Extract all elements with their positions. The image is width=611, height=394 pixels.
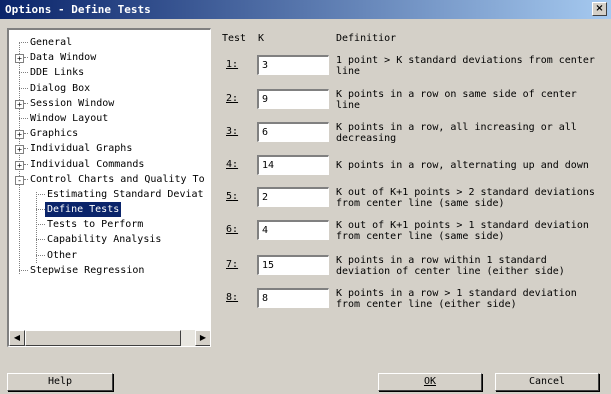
tree-item-estimating-std-dev[interactable]: Estimating Standard Deviat xyxy=(9,187,210,202)
tree-item-label: Tests to Perform xyxy=(47,219,144,231)
tree-item-label: Data Window xyxy=(30,52,97,64)
tree-item-capability-analysis[interactable]: Capability Analysis xyxy=(9,232,210,247)
tree-connector xyxy=(19,87,28,89)
k-input-7[interactable]: 15 xyxy=(257,255,329,275)
tree-connector xyxy=(36,193,45,195)
tree-item-label: Define Tests xyxy=(45,202,122,218)
tree-item-other[interactable]: Other xyxy=(9,248,210,263)
tree-item-tests-to-perform[interactable]: Tests to Perform xyxy=(9,217,210,232)
k-input-5[interactable]: 2 xyxy=(257,187,329,207)
tree-item-label: Estimating Standard Deviat xyxy=(47,188,204,200)
tree-item-label: Control Charts and Quality To xyxy=(30,173,205,185)
expand-icon[interactable]: + xyxy=(15,160,24,170)
ok-label: OK xyxy=(423,376,437,387)
options-tree[interactable]: General + Data Window DDE Links Dialog B… xyxy=(7,28,211,347)
title-bar: Options - Define Tests × xyxy=(0,0,611,19)
tree-item-define-tests[interactable]: Define Tests xyxy=(9,202,210,218)
tree-item-session-window[interactable]: + Session Window xyxy=(9,96,210,111)
ok-button[interactable]: OK xyxy=(378,373,482,391)
test-number: 4: xyxy=(226,159,239,170)
expand-icon[interactable]: + xyxy=(15,130,24,140)
tree-item-dialog-box[interactable]: Dialog Box xyxy=(9,81,210,96)
test-definition: 1 point > K standard deviations from cen… xyxy=(336,55,595,77)
scroll-left-button[interactable]: ◀ xyxy=(9,330,25,346)
tree-connector xyxy=(36,224,45,226)
k-input-6[interactable]: 4 xyxy=(257,220,329,240)
tree-connector xyxy=(19,269,28,271)
k-input-4[interactable]: 14 xyxy=(257,155,329,175)
window-title: Options - Define Tests xyxy=(5,3,151,16)
test-definition: K points in a row, all increasing or all… xyxy=(336,122,577,144)
collapse-icon[interactable]: - xyxy=(15,175,24,185)
expand-icon[interactable]: + xyxy=(15,99,24,109)
tree-item-label: Capability Analysis xyxy=(47,234,162,246)
help-button[interactable]: Help xyxy=(7,373,113,391)
test-number: 2: xyxy=(226,93,239,104)
arrow-right-icon: ▶ xyxy=(199,333,207,342)
tree-item-window-layout[interactable]: Window Layout xyxy=(9,111,210,126)
test-definition: K points in a row within 1 standard devia… xyxy=(336,255,565,277)
tree-item-stepwise-regression[interactable]: Stepwise Regression xyxy=(9,263,210,278)
header-k: K xyxy=(258,33,265,44)
tree-item-label: Window Layout xyxy=(30,112,109,124)
tree-item-label: Graphics xyxy=(30,128,79,140)
test-number: 3: xyxy=(226,126,239,137)
k-input-1[interactable]: 3 xyxy=(257,55,329,75)
tree-item-label: Dialog Box xyxy=(30,82,91,94)
tree-item-label: Individual Commands xyxy=(30,158,145,170)
tree-item-label: Individual Graphs xyxy=(30,143,133,155)
header-definition: Definitior xyxy=(336,33,397,44)
scroll-thumb[interactable] xyxy=(25,330,181,346)
k-input-8[interactable]: 8 xyxy=(257,288,329,308)
test-definition: K out of K+1 points > 2 standard deviati… xyxy=(336,187,595,209)
test-definition: K points in a row, alternating up and do… xyxy=(336,160,589,171)
expand-icon[interactable]: + xyxy=(15,145,24,155)
tree-item-general[interactable]: General xyxy=(9,35,210,50)
test-definition: K out of K+1 points > 1 standard deviati… xyxy=(336,220,589,242)
test-number: 6: xyxy=(226,224,239,235)
k-input-3[interactable]: 6 xyxy=(257,122,329,142)
test-definition: K points in a row on same side of center… xyxy=(336,89,577,111)
scroll-right-button[interactable]: ▶ xyxy=(195,330,210,346)
tree-items: General + Data Window DDE Links Dialog B… xyxy=(9,35,210,278)
tree-item-graphics[interactable]: + Graphics xyxy=(9,126,210,141)
test-number: 7: xyxy=(226,259,239,270)
tree-item-control-charts[interactable]: - Control Charts and Quality To xyxy=(9,172,210,187)
tree-connector xyxy=(19,42,28,43)
tree-item-label: General xyxy=(30,37,73,48)
tree-item-label: Stepwise Regression xyxy=(30,264,145,276)
tree-connector xyxy=(19,117,28,119)
k-input-2[interactable]: 9 xyxy=(257,89,329,109)
close-icon: × xyxy=(595,3,604,14)
tree-horizontal-scrollbar[interactable]: ◀ ▶ xyxy=(9,330,210,346)
tree-connector xyxy=(19,72,28,74)
tree-item-label: Session Window xyxy=(30,97,115,109)
tree-item-label: DDE Links xyxy=(30,67,85,79)
test-number: 5: xyxy=(226,191,239,202)
close-button[interactable]: × xyxy=(592,2,607,16)
tree-item-individual-commands[interactable]: + Individual Commands xyxy=(9,157,210,172)
test-number: 1: xyxy=(226,59,239,70)
cancel-button[interactable]: Cancel xyxy=(495,373,599,391)
tree-item-individual-graphs[interactable]: + Individual Graphs xyxy=(9,141,210,156)
tree-connector xyxy=(36,239,45,241)
test-number: 8: xyxy=(226,292,239,303)
expand-icon[interactable]: + xyxy=(15,54,24,64)
test-definition: K points in a row > 1 standard deviation… xyxy=(336,288,577,310)
tree-connector xyxy=(36,254,45,256)
tree-item-data-window[interactable]: + Data Window xyxy=(9,50,210,65)
tree-connector xyxy=(36,209,45,211)
tree-item-dde-links[interactable]: DDE Links xyxy=(9,65,210,80)
header-test: Test xyxy=(222,33,247,44)
tree-item-label: Other xyxy=(47,249,78,261)
arrow-left-icon: ◀ xyxy=(13,333,21,342)
